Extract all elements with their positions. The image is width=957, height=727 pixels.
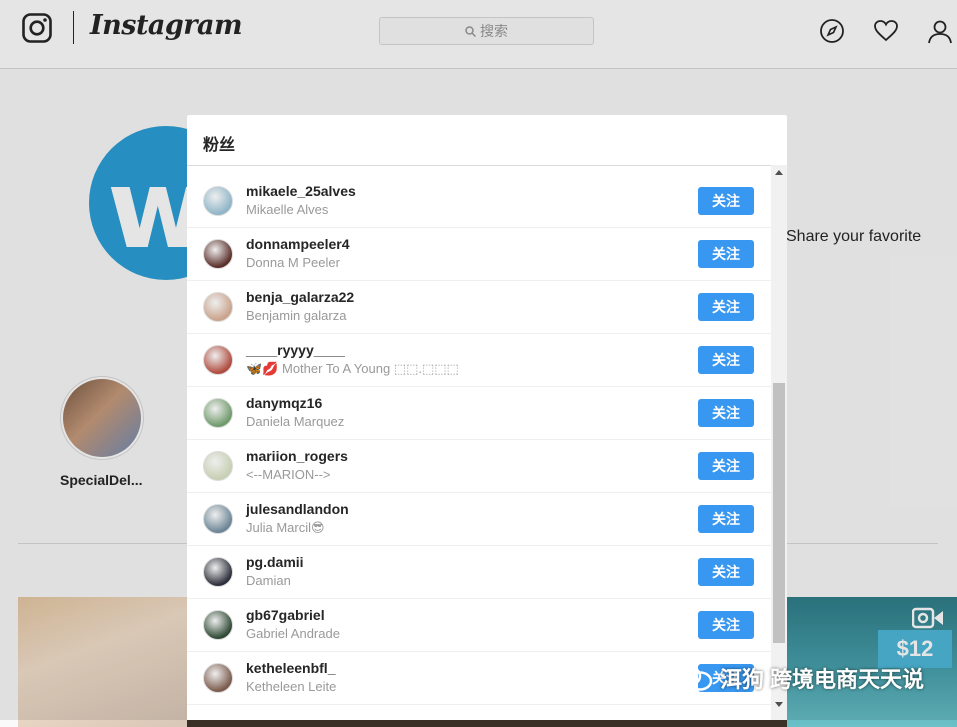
follow-button[interactable]: 关注 xyxy=(698,399,754,427)
follower-avatar[interactable] xyxy=(203,557,233,587)
wechat-logo-icon xyxy=(672,664,713,691)
follower-full-name: Mikaelle Alves xyxy=(246,202,329,217)
followers-modal: 粉丝 mikaele_25alves Mikaelle Alves 关注 donnam… xyxy=(187,115,787,720)
follower-username[interactable]: ____ryyyy____ xyxy=(246,342,345,358)
follower-username[interactable]: donnampeeler4 xyxy=(246,236,349,252)
follower-row: danymqz16 Daniela Marquez 关注 xyxy=(187,387,771,440)
follower-row: mariion_rogers <--MARION--> 关注 xyxy=(187,440,771,493)
follower-row: mikaele_25alves Mikaelle Alves 关注 xyxy=(187,175,771,228)
follower-row: donnampeeler4 Donna M Peeler 关注 xyxy=(187,228,771,281)
follower-avatar[interactable] xyxy=(203,451,233,481)
follower-avatar[interactable] xyxy=(203,239,233,269)
followers-list: mikaele_25alves Mikaelle Alves 关注 donnampee… xyxy=(187,175,771,705)
watermark-text: 跨境电商天天说 xyxy=(770,668,925,693)
follower-row: ____ryyyy____ 🦋💋 Mother To A Young ⬚⬚.⬚⬚⬚… xyxy=(187,334,771,387)
follower-username[interactable]: ketheleenbfl_ xyxy=(246,660,335,676)
follower-avatar[interactable] xyxy=(203,663,233,693)
scrollbar[interactable] xyxy=(771,165,787,720)
modal-header: 粉丝 xyxy=(187,115,787,166)
follow-button[interactable]: 关注 xyxy=(698,452,754,480)
watermark-partial: 洱狗 xyxy=(720,668,765,693)
follow-button[interactable]: 关注 xyxy=(698,187,754,215)
follower-full-name: Ketheleen Leite xyxy=(246,679,337,694)
follower-username[interactable]: julesandlandon xyxy=(246,501,349,517)
follow-button[interactable]: 关注 xyxy=(698,293,754,321)
follow-button[interactable]: 关注 xyxy=(698,240,754,268)
follower-avatar[interactable] xyxy=(203,292,233,322)
follow-button[interactable]: 关注 xyxy=(698,611,754,639)
follower-avatar[interactable] xyxy=(203,345,233,375)
follower-full-name: Donna M Peeler xyxy=(246,255,340,270)
follow-button[interactable]: 关注 xyxy=(698,346,754,374)
follower-row: julesandlandon Julia Marcil😎 关注 xyxy=(187,493,771,546)
watermark: 洱狗 跨境电商天天说 xyxy=(672,662,924,694)
follower-username[interactable]: pg.damii xyxy=(246,554,304,570)
follower-full-name: Gabriel Andrade xyxy=(246,626,340,641)
follower-row: benja_galarza22 Benjamin galarza 关注 xyxy=(187,281,771,334)
follower-avatar[interactable] xyxy=(203,398,233,428)
follower-avatar[interactable] xyxy=(203,186,233,216)
follower-username[interactable]: benja_galarza22 xyxy=(246,289,354,305)
follower-row: gb67gabriel Gabriel Andrade 关注 xyxy=(187,599,771,652)
follower-full-name: Daniela Marquez xyxy=(246,414,345,429)
follower-username[interactable]: danymqz16 xyxy=(246,395,322,411)
follower-full-name: Julia Marcil😎 xyxy=(246,520,325,535)
follower-full-name: Damian xyxy=(246,573,291,588)
follower-avatar[interactable] xyxy=(203,504,233,534)
follower-full-name: 🦋💋 Mother To A Young ⬚⬚.⬚⬚⬚ xyxy=(246,361,459,376)
follower-username[interactable]: mikaele_25alves xyxy=(246,183,356,199)
follower-full-name: Benjamin galarza xyxy=(246,308,347,323)
follower-username[interactable]: gb67gabriel xyxy=(246,607,325,623)
scroll-down-arrow-icon[interactable] xyxy=(775,702,783,707)
follower-full-name: <--MARION--> xyxy=(246,467,331,482)
follow-button[interactable]: 关注 xyxy=(698,505,754,533)
scroll-up-arrow-icon[interactable] xyxy=(775,170,783,175)
follower-row: pg.damii Damian 关注 xyxy=(187,546,771,599)
scrollbar-thumb[interactable] xyxy=(773,383,785,643)
follow-button[interactable]: 关注 xyxy=(698,558,754,586)
modal-title: 粉丝 xyxy=(203,137,236,154)
follower-avatar[interactable] xyxy=(203,610,233,640)
follower-username[interactable]: mariion_rogers xyxy=(246,448,348,464)
